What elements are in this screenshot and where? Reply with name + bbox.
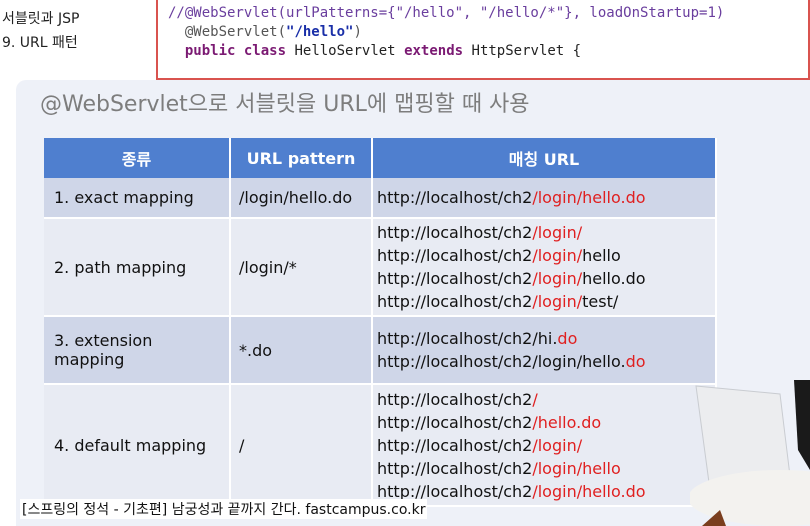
course-label: 서블릿과 JSP 9. URL 패턴 [2,7,79,55]
matching-urls: http://localhost/ch2/login/http://localh… [372,218,717,317]
matching-urls: http://localhost/ch2/hi.do http://localho… [372,316,717,385]
code-keyword-class: class [243,43,287,59]
matching-urls: http://localhost/ch2/http://localhost/ch… [372,384,717,507]
mapping-kind: 4. default mapping [44,384,231,507]
url-highlight: / [532,389,538,409]
presenter-image [688,380,810,526]
url-highlight: /login/ [532,292,583,311]
url-highlight: do [625,352,646,371]
url-tail: hello [582,246,621,265]
url-base: http://localhost/ch2 [377,458,533,478]
code-keyword-extends: extends [404,43,464,59]
url-base: http://localhost/ch2 [377,188,533,207]
table-header-row: 종류 URL pattern 매칭 URL [44,138,717,178]
footer-caption: [스프링의 정석 - 기초편] 남궁성과 끝까지 간다. fastcampus.… [20,499,428,519]
url-highlight: /login/ [532,269,583,288]
code-snippet: //@WebServlet(urlPatterns={"/hello", "/h… [156,0,810,80]
matching-urls: http://localhost/ch2/login/hello.do [372,178,717,219]
url-base: http://localhost/ch2/login/hello. [377,352,626,371]
url-base: http://localhost/ch2 [377,412,533,432]
url-base: http://localhost/ch2 [377,246,533,265]
url-pattern: *.do [230,316,373,385]
matching-url: http://localhost/ch2/hello.do [377,411,707,434]
code-annotation: @WebServlet( [184,24,287,40]
code-superclass: HttpServlet { [471,43,582,59]
url-pattern: /login/hello.do [230,178,373,219]
url-highlight: /hello.do [532,412,602,432]
url-highlight: /login/ [532,246,583,265]
url-base: http://localhost/ch2 [377,269,533,288]
mapping-kind: 1. exact mapping [44,178,231,219]
url-base: http://localhost/ch2/hi. [377,329,558,348]
table-row: 3. extension mapping *.do http://localhost… [44,316,717,385]
url-base: http://localhost/ch2 [377,435,533,455]
mapping-kind: 2. path mapping [44,218,231,317]
matching-url: http://localhost/ch2/ [377,388,707,411]
url-base: http://localhost/ch2 [377,223,533,242]
presenter-video [688,380,810,526]
code-paren: ) [353,24,362,40]
code-comment-line: //@WebServlet(urlPatterns={"/hello", "/h… [168,5,725,21]
mapping-kind: 3. extension mapping [44,316,231,385]
url-highlight: /login/ [532,223,583,242]
matching-url: http://localhost/ch2/login/hello.do [377,267,707,290]
header-pattern: URL pattern [230,138,373,178]
code-keyword-public: public [184,43,236,59]
url-base: http://localhost/ch2 [377,292,533,311]
table-row: 4. default mapping / http://localhost/ch2/… [44,384,717,507]
lesson-title: 9. URL 패턴 [2,35,78,51]
matching-url: http://localhost/ch2/login/hello.do [377,186,707,209]
matching-url: http://localhost/ch2/login/hello.do [377,350,707,373]
url-base: http://localhost/ch2 [377,481,533,501]
matching-url: http://localhost/ch2/login/hello [377,457,707,480]
code-class-name: HelloServlet [294,43,396,59]
code-string: "/hello" [286,24,354,40]
matching-url: http://localhost/ch2/login/ [377,221,707,244]
table-row: 2. path mapping/login/* http://localhost/… [44,218,717,317]
matching-url: http://localhost/ch2/login/ [377,434,707,457]
url-highlight: /login/ [532,435,583,455]
url-tail: hello.do [582,269,646,288]
url-pattern: / [230,384,373,507]
url-highlight: do [557,329,578,348]
matching-url: http://localhost/ch2/hi.do [377,327,707,350]
url-highlight: /login/hello.do [532,188,646,207]
slide-heading: @WebServlet으로 서블릿을 URL에 맵핑할 때 사용 [40,92,530,117]
url-base: http://localhost/ch2 [377,389,533,409]
url-tail: test/ [582,292,619,311]
course-title: 서블릿과 JSP [2,11,80,27]
matching-url: http://localhost/ch2/login/test/ [377,290,707,313]
url-mapping-table: 종류 URL pattern 매칭 URL 1. exact mapping/l… [44,138,717,507]
url-highlight: /login/hello.do [532,481,646,501]
table-row: 1. exact mapping/login/hello.do http://lo… [44,178,717,219]
url-pattern: /login/* [230,218,373,317]
matching-url: http://localhost/ch2/login/hello [377,244,707,267]
url-highlight: /login/hello [532,458,621,478]
header-kind: 종류 [44,138,231,178]
header-matching-url: 매칭 URL [372,138,717,178]
